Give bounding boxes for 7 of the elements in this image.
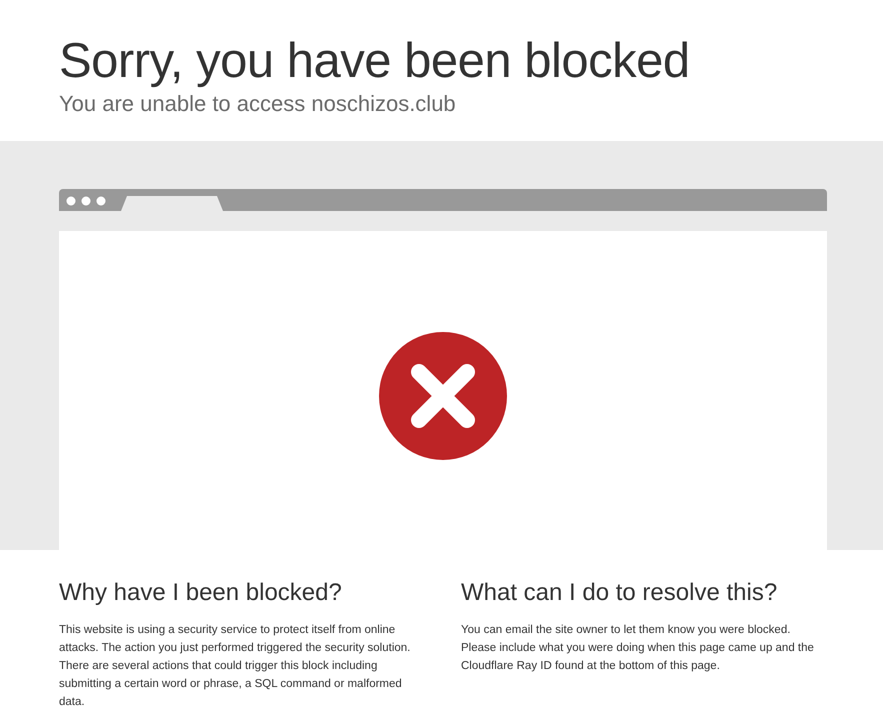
section-heading: Why have I been blocked? xyxy=(59,578,343,608)
section-heading: What can I do to resolve this? xyxy=(461,578,778,608)
page-subtitle: You are unable to access noschizos.club xyxy=(59,90,457,118)
section-text: You can email the site owner to let them know you were blocked. Please include what you were doing when this page came up and the Cloudflare Ray ID found at the bottom of this page. xyxy=(461,623,815,674)
section-text: This website is using a security service to protect itself from online attacks. The action you just performed triggered the security solution. There are several actions that could trigger this block including submitting a certain word or phrase, a SQL command or malformed data. xyxy=(59,623,411,710)
error-icon xyxy=(379,332,507,460)
page-title: Sorry, you have been blocked xyxy=(59,33,691,90)
